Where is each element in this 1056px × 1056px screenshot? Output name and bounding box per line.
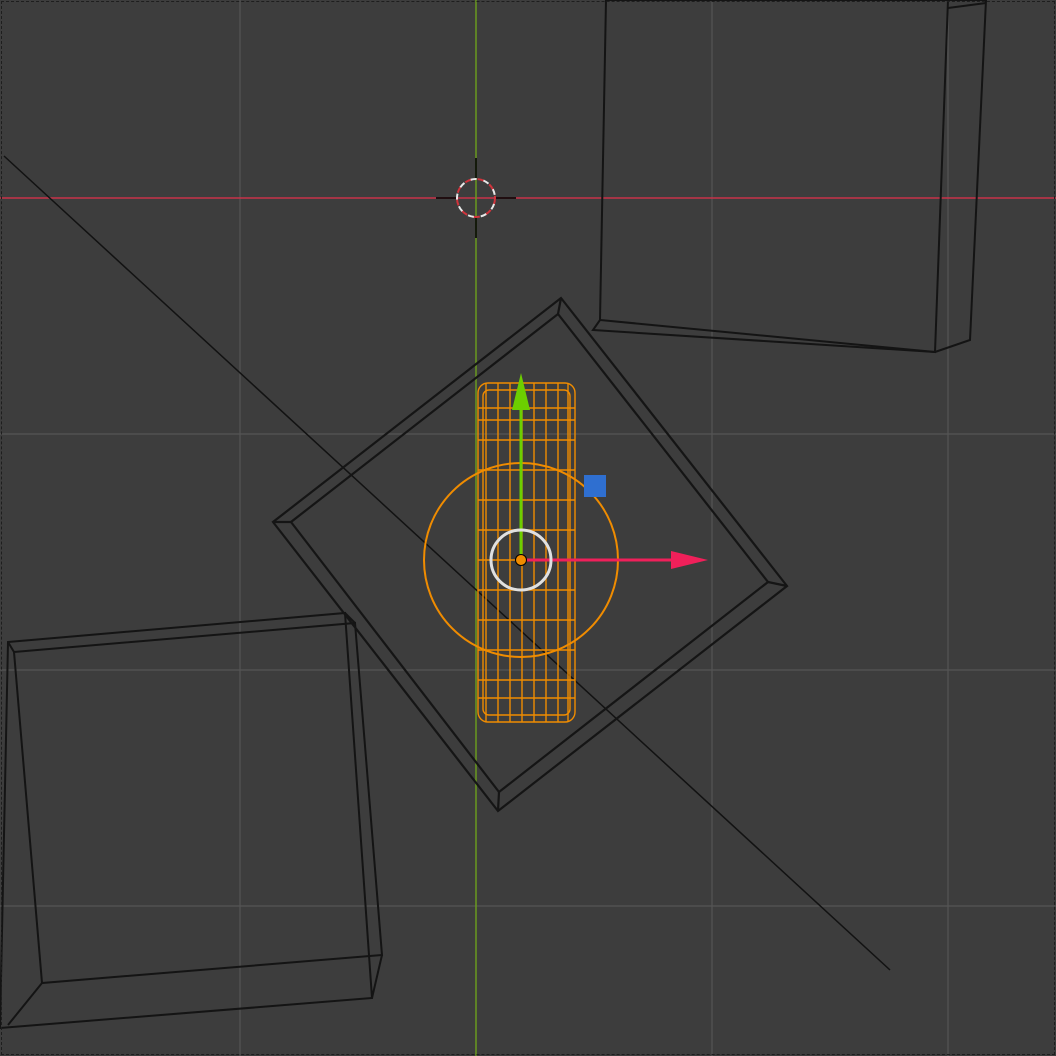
cube-bottom-left[interactable]	[0, 611, 384, 1030]
camera-line[interactable]	[3, 155, 891, 971]
gizmo-x-arrow[interactable]	[671, 551, 708, 569]
plane-rotated[interactable]	[271, 296, 789, 813]
grid-floor	[0, 0, 1056, 1056]
3d-viewport[interactable]	[0, 0, 1056, 1056]
gizmo-y-arrow[interactable]	[512, 373, 530, 410]
gizmo-z-handle[interactable]	[584, 475, 606, 497]
viewport-canvas[interactable]	[0, 0, 1056, 1056]
cube-top-right[interactable]	[591, 0, 988, 354]
object-origin-icon	[515, 554, 527, 566]
